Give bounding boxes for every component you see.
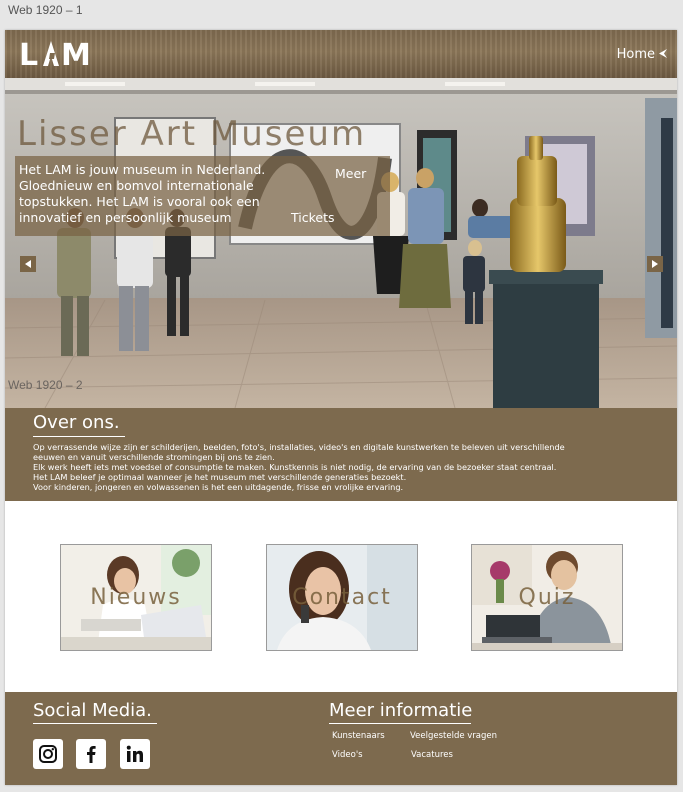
hero-intro-text: Het LAM is jouw museum in Nederland. Glo… <box>19 162 266 225</box>
about-section: Over ons. Op verrassende wijze zijn er s… <box>5 408 677 501</box>
nieuws-label: Nieuws <box>90 585 182 610</box>
hero-title: Lisser Art Museum <box>17 114 367 154</box>
quiz-label: Quiz <box>518 585 576 610</box>
svg-text:M: M <box>61 39 90 69</box>
quiz-card[interactable]: Quiz <box>471 544 623 651</box>
artboard-label: Web 1920 – 1 <box>8 3 83 17</box>
artboard: L M Home Lisser Art Museum Het LAM is jo… <box>5 30 677 785</box>
logo-mark: L M <box>19 39 91 69</box>
about-line: Elk werk heeft iets met voedsel of consu… <box>33 462 557 472</box>
about-title: Over ons. <box>33 412 120 433</box>
facebook-icon[interactable] <box>76 739 106 769</box>
footer-link-vacatures[interactable]: Vacatures <box>411 750 453 760</box>
footer-link-veelgestelde-vragen[interactable]: Veelgestelde vragen <box>410 731 497 741</box>
meer-link[interactable]: Meer <box>335 166 366 181</box>
caret-left-icon <box>659 47 667 62</box>
svg-text:L: L <box>19 39 38 69</box>
site-header: L M Home <box>5 30 677 78</box>
inner-artboard-label: Web 1920 – 2 <box>8 378 83 392</box>
nieuws-card[interactable]: Nieuws <box>60 544 212 651</box>
home-label: Home <box>616 47 655 62</box>
arrow-left-icon[interactable] <box>20 256 36 272</box>
instagram-icon[interactable] <box>33 739 63 769</box>
contact-card[interactable]: Contact <box>266 544 418 651</box>
about-line: Voor kinderen, jongeren en volwassenen i… <box>33 482 404 492</box>
site-footer: Social Media. Meer informatie Kunstenaar… <box>5 692 677 785</box>
contact-label: Contact <box>292 585 392 610</box>
lam-logo[interactable]: L M <box>19 38 99 70</box>
about-line: Op verrassende wijze zijn er schilderije… <box>33 442 565 452</box>
footer-link-videos[interactable]: Video's <box>332 750 363 760</box>
linkedin-icon[interactable] <box>120 739 150 769</box>
about-line: eeuwen en vanuit verschillende strominge… <box>33 452 275 462</box>
about-line: Het LAM beleef je optimaal wanneer je he… <box>33 472 407 482</box>
about-text: Op verrassende wijze zijn er schilderije… <box>33 442 633 492</box>
arrow-right-icon[interactable] <box>647 256 663 272</box>
hero-section: Lisser Art Museum Het LAM is jouw museum… <box>5 78 677 408</box>
social-title-underline <box>33 723 157 724</box>
tickets-link[interactable]: Tickets <box>291 210 335 225</box>
social-media-title: Social Media. <box>33 700 152 721</box>
about-title-underline <box>33 436 125 437</box>
meer-informatie-title: Meer informatie <box>329 700 473 721</box>
info-title-underline <box>329 723 471 724</box>
home-nav-link[interactable]: Home <box>617 47 667 62</box>
footer-link-kunstenaars[interactable]: Kunstenaars <box>332 731 385 741</box>
